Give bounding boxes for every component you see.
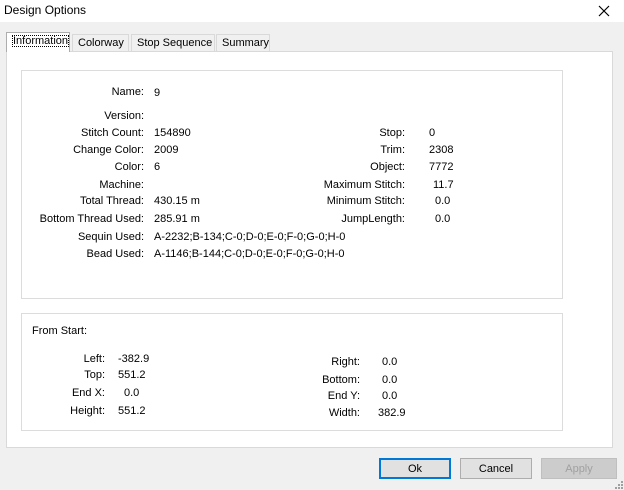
- from-start-group: From Start: Left: -382.9 Top: 551.2 End …: [21, 313, 563, 431]
- name-value: 9: [154, 87, 161, 99]
- end-x-label: End X:: [71, 387, 105, 399]
- bead-label: Bead Used:: [86, 248, 144, 260]
- stop-value: 0: [429, 127, 436, 139]
- right-value: 0.0: [382, 356, 398, 368]
- left-label: Left:: [83, 353, 105, 365]
- left-value: -382.9: [118, 353, 150, 365]
- resize-grip-icon[interactable]: [613, 479, 623, 489]
- end-y-label: End Y:: [327, 390, 360, 402]
- tab-colorway[interactable]: Colorway: [72, 34, 129, 51]
- design-info-group: Name: 9 Version: Stitch Count: 154890 Ch…: [21, 70, 563, 299]
- machine-label: Machine:: [99, 179, 144, 191]
- end-y-value: 0.0: [382, 390, 398, 402]
- trim-label: Trim:: [380, 144, 405, 156]
- color-label: Color:: [114, 161, 144, 173]
- tab-information[interactable]: Information: [6, 32, 70, 52]
- jump-length-value: 0.0: [435, 213, 451, 225]
- trim-value: 2308: [429, 144, 454, 156]
- from-start-heading: From Start:: [32, 325, 88, 337]
- right-label: Right:: [331, 356, 360, 368]
- sequin-label: Sequin Used:: [77, 231, 144, 243]
- tab-summary[interactable]: Summary: [216, 34, 270, 51]
- stitch-count-label: Stitch Count:: [81, 127, 144, 139]
- bottom-thread-value: 285.91 m: [154, 213, 200, 225]
- top-value: 551.2: [118, 369, 146, 381]
- name-label: Name:: [111, 86, 144, 98]
- min-stitch-value: 0.0: [435, 195, 451, 207]
- end-x-value: 0.0: [124, 387, 140, 399]
- tab-stop-sequence-label: Stop Sequence: [137, 37, 213, 49]
- sequin-value: A-2232;B-134;C-0;D-0;E-0;F-0;G-0;H-0: [154, 231, 346, 243]
- width-value: 382.9: [378, 407, 406, 419]
- object-value: 7772: [429, 161, 454, 173]
- max-stitch-label: Maximum Stitch:: [323, 179, 405, 191]
- tab-stop-sequence[interactable]: Stop Sequence: [131, 34, 215, 51]
- change-color-label: Change Color:: [73, 144, 144, 156]
- stitch-count-value: 154890: [154, 127, 191, 139]
- bottom-value: 0.0: [382, 374, 398, 386]
- max-stitch-value: 11.7: [433, 179, 454, 191]
- color-value: 6: [154, 161, 161, 173]
- min-stitch-label: Minimum Stitch:: [326, 195, 405, 207]
- tab-information-label: Information: [12, 35, 70, 47]
- close-button[interactable]: [584, 0, 624, 22]
- close-icon: [598, 5, 610, 17]
- change-color-value: 2009: [154, 144, 179, 156]
- object-label: Object:: [370, 161, 405, 173]
- version-label: Version:: [104, 110, 144, 122]
- cancel-button[interactable]: Cancel: [460, 458, 532, 479]
- stop-label: Stop:: [379, 127, 405, 139]
- ok-button[interactable]: Ok: [379, 458, 451, 479]
- tab-summary-label: Summary: [222, 37, 270, 49]
- bottom-label: Bottom:: [322, 374, 360, 386]
- tab-panel-information: Name: 9 Version: Stitch Count: 154890 Ch…: [6, 51, 613, 448]
- total-thread-label: Total Thread:: [79, 195, 144, 207]
- dialog-client-area: Information Colorway Stop Sequence Summa…: [0, 22, 624, 490]
- top-label: Top:: [84, 369, 105, 381]
- window-title: Design Options: [4, 3, 87, 17]
- height-label: Height:: [70, 405, 105, 417]
- bead-value: A-1146;B-144;C-0;D-0;E-0;F-0;G-0;H-0: [154, 248, 345, 260]
- height-value: 551.2: [118, 405, 146, 417]
- total-thread-value: 430.15 m: [154, 195, 200, 207]
- apply-button: Apply: [541, 458, 617, 479]
- title-bar: Design Options: [0, 0, 624, 22]
- jump-length-label: JumpLength:: [341, 213, 405, 225]
- bottom-thread-label: Bottom Thread Used:: [39, 213, 144, 225]
- width-label: Width:: [328, 407, 360, 419]
- tab-colorway-label: Colorway: [78, 37, 124, 49]
